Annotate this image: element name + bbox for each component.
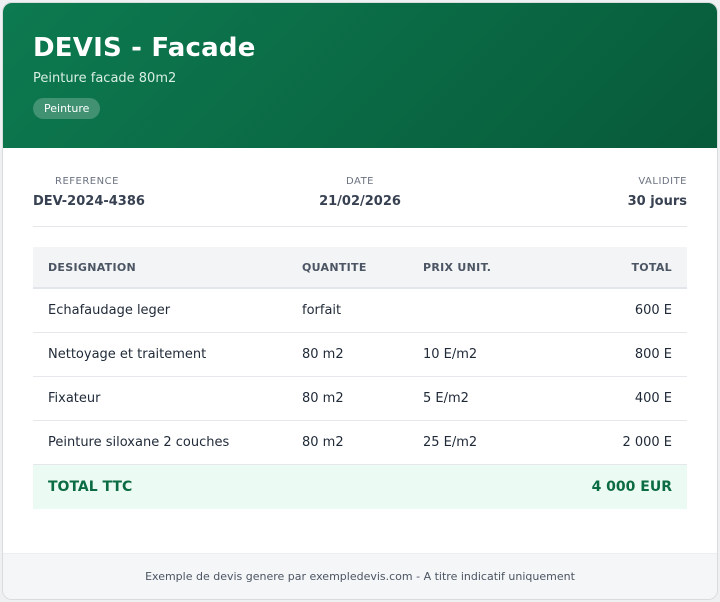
total-label: TOTAL TTC [33,464,543,509]
category-badge: Peinture [33,98,101,119]
total-row: TOTAL TTC 4 000 EUR [33,464,687,509]
cell-designation: Peinture siloxane 2 couches [33,420,302,465]
table-row: Echafaudage leger forfait 600 E [33,288,687,333]
footer-note: Exemple de devis genere par exempledevis… [3,553,717,599]
validity-value: 30 jours [627,194,687,209]
column-header-designation: DESIGNATION [33,247,302,289]
quote-header: DEVIS - Facade Peinture facade 80m2 Pein… [3,3,717,148]
page-subtitle: Peinture facade 80m2 [33,71,177,86]
cell-quantite: 80 m2 [302,332,423,377]
column-header-quantite: QUANTITE [302,247,423,289]
cell-total: 400 E [543,376,687,421]
table-header-row: DESIGNATION QUANTITE PRIX UNIT. TOTAL [33,247,687,289]
quote-card: DEVIS - Facade Peinture facade 80m2 Pein… [2,2,718,600]
page-title: DEVIS - Facade [33,33,256,63]
total-value: 4 000 EUR [543,464,687,509]
validity-block: VALIDITE 30 jours [628,176,687,209]
cell-designation: Fixateur [33,376,302,421]
cell-designation: Nettoyage et traitement [33,332,302,377]
table-row: Nettoyage et traitement 80 m2 10 E/m2 80… [33,332,687,377]
cell-designation: Echafaudage leger [33,288,302,333]
cell-prix-unit: 25 E/m2 [423,420,543,465]
validity-label: VALIDITE [638,176,687,187]
date-label: DATE [345,176,374,187]
cell-total: 600 E [543,288,687,333]
cell-prix-unit: 5 E/m2 [423,376,543,421]
cell-total: 2 000 E [543,420,687,465]
cell-prix-unit: 10 E/m2 [423,332,543,377]
quote-meta: REFERENCE DEV-2024-4386 DATE 21/02/2026 … [33,148,687,227]
cell-total: 800 E [543,332,687,377]
cell-quantite: 80 m2 [302,420,423,465]
cell-quantite: 80 m2 [302,376,423,421]
column-header-total: TOTAL [543,247,687,289]
cell-prix-unit [423,288,543,333]
items-table: DESIGNATION QUANTITE PRIX UNIT. TOTAL Ec… [33,247,687,509]
column-header-prix-unit: PRIX UNIT. [423,247,543,289]
cell-quantite: forfait [302,288,423,333]
date-value: 21/02/2026 [319,194,401,209]
table-row: Fixateur 80 m2 5 E/m2 400 E [33,376,687,421]
items-table-wrapper: DESIGNATION QUANTITE PRIX UNIT. TOTAL Ec… [33,247,687,509]
date-block: DATE 21/02/2026 [33,176,687,209]
table-row: Peinture siloxane 2 couches 80 m2 25 E/m… [33,420,687,465]
